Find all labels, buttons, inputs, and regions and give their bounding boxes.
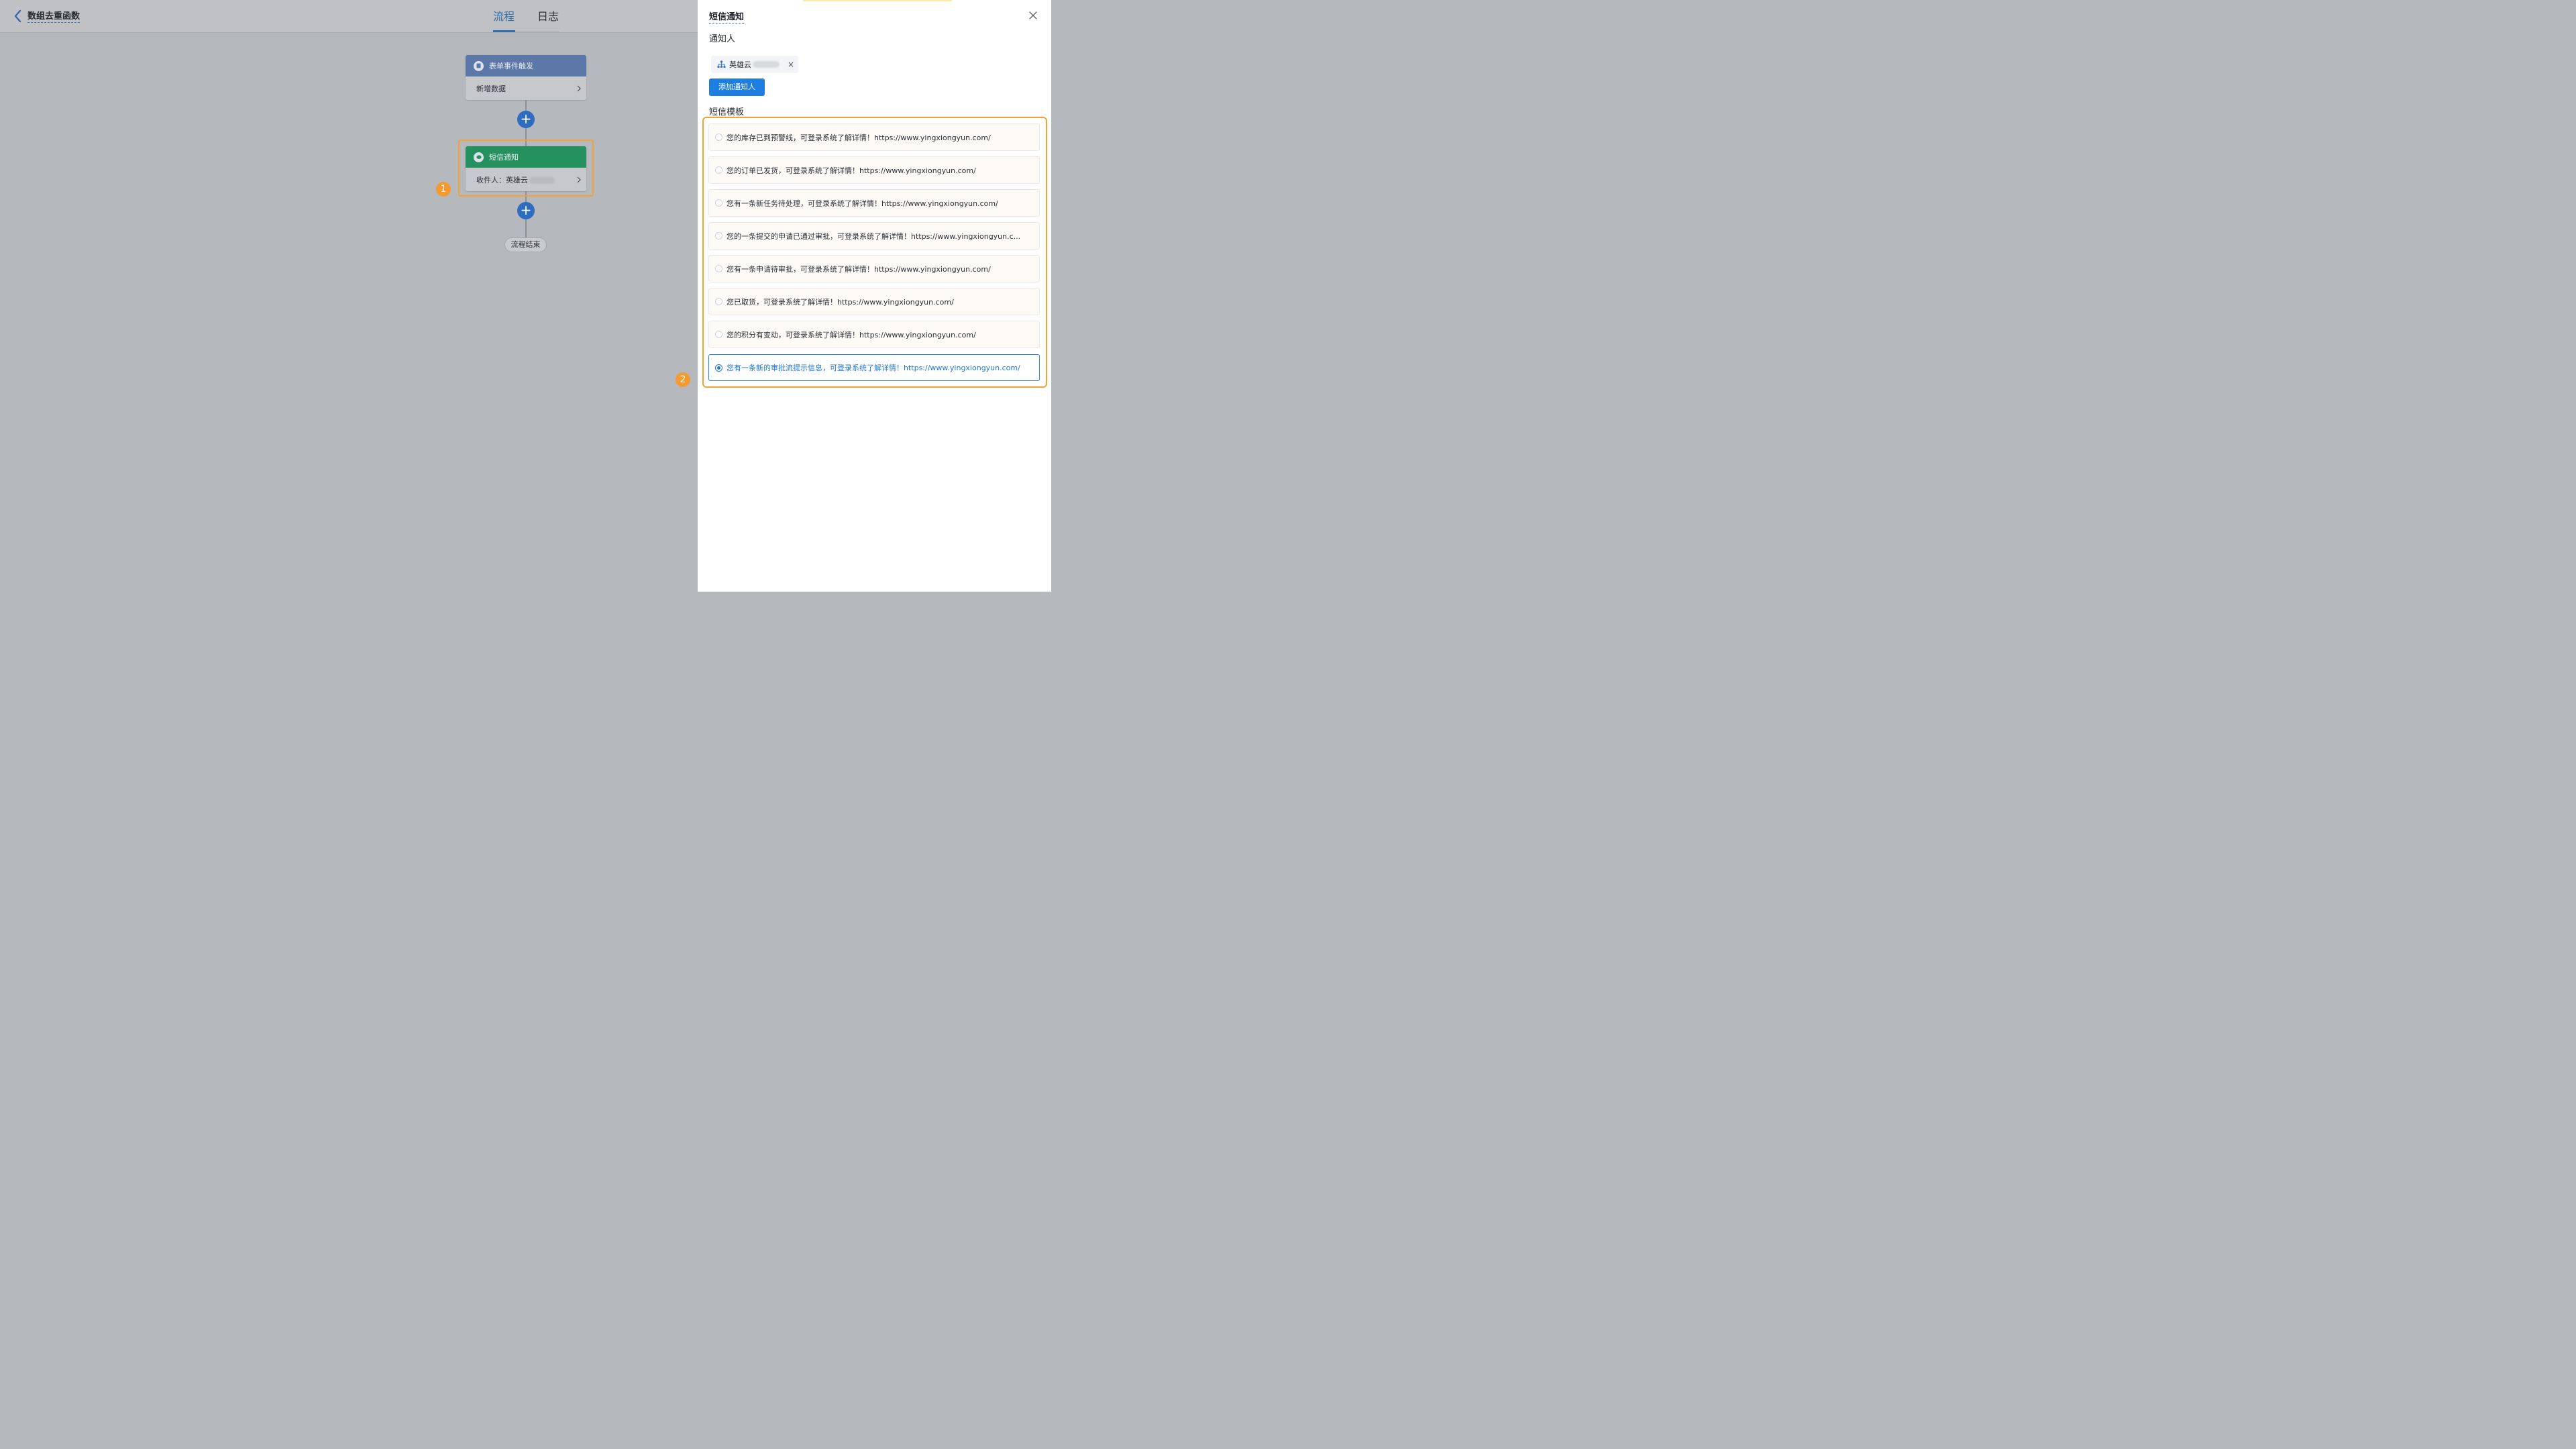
add-step-button[interactable]: +	[517, 111, 535, 128]
remove-recipient-button[interactable]: ×	[788, 60, 794, 68]
chevron-right-icon	[577, 85, 581, 91]
recipient-chip: 英雄云 ×	[711, 56, 798, 73]
connector-line	[525, 219, 527, 237]
radio-button[interactable]	[715, 166, 722, 174]
add-step-button[interactable]: +	[517, 202, 535, 219]
step-badge-2: 2	[676, 372, 690, 387]
template-option[interactable]: 您的积分有变动，可登录系统了解详情！https://www.yingxiongy…	[708, 321, 1040, 348]
template-option[interactable]: 您的订单已发货，可登录系统了解详情！https://www.yingxiongy…	[708, 156, 1040, 184]
flow-end-node: 流程结束	[504, 237, 547, 252]
chevron-left-icon	[14, 10, 21, 22]
template-text: 您有一条申请待审批，可登录系统了解详情！https://www.yingxion…	[727, 264, 991, 274]
template-option[interactable]: 您的一条提交的申请已通过审批，可登录系统了解详情！https://www.yin…	[708, 222, 1040, 250]
app-root: 数组去重函数 流程 日志 表单事件触发 新增数据 + 短信通知 收件人：英雄云 …	[0, 0, 1051, 592]
radio-button-checked[interactable]	[715, 364, 722, 372]
form-icon	[474, 60, 484, 71]
notify-label: 通知人	[709, 34, 736, 44]
template-text: 您的订单已发货，可登录系统了解详情！https://www.yingxiongy…	[727, 166, 976, 175]
template-option[interactable]: 您有一条申请待审批，可登录系统了解详情！https://www.yingxion…	[708, 255, 1040, 282]
template-option[interactable]: 您已取货，可登录系统了解详情！https://www.yingxiongyun.…	[708, 288, 1040, 315]
tab-log[interactable]: 日志	[537, 9, 559, 24]
template-option[interactable]: 您有一条新任务待处理，可登录系统了解详情！https://www.yingxio…	[708, 189, 1040, 217]
sms-node-label-wrap: 收件人：英雄云	[476, 174, 555, 185]
radio-button[interactable]	[715, 298, 722, 305]
org-icon	[717, 60, 726, 68]
sms-node[interactable]: 短信通知 收件人：英雄云	[466, 146, 586, 191]
trigger-node[interactable]: 表单事件触发 新增数据	[466, 55, 586, 100]
template-text: 您的一条提交的申请已通过审批，可登录系统了解详情！https://www.yin…	[727, 231, 1021, 241]
back-button[interactable]	[12, 9, 23, 23]
radio-button[interactable]	[715, 265, 722, 272]
radio-button[interactable]	[715, 199, 722, 207]
connector-line	[525, 100, 527, 111]
drawer-title[interactable]: 短信通知	[709, 11, 745, 23]
template-text: 您的库存已到预警线，可登录系统了解详情！https://www.yingxion…	[727, 133, 991, 142]
top-bar: 数组去重函数 流程 日志	[0, 0, 698, 33]
tab-flow[interactable]: 流程	[493, 9, 515, 24]
app-title[interactable]: 数组去重函数	[28, 11, 80, 23]
sms-node-header: 短信通知	[466, 146, 586, 168]
sms-settings-drawer: 短信通知 通知人 英雄云 × 添加通知人 短信模板 您的库存已到预警线，可登录系…	[698, 0, 1051, 592]
sms-node-recipient: 收件人：英雄云	[476, 175, 528, 184]
close-button[interactable]	[1028, 10, 1038, 21]
trigger-node-header: 表单事件触发	[466, 55, 586, 76]
blurred-text	[753, 61, 780, 68]
tab-active-indicator	[493, 30, 515, 32]
template-option-selected[interactable]: 您有一条新的审批流提示信息，可登录系统了解详情！https://www.ying…	[708, 354, 1040, 381]
step-badge-1: 1	[436, 182, 451, 197]
close-icon	[1029, 11, 1037, 19]
drawer-top-accent	[803, 0, 952, 1]
template-text: 您有一条新任务待处理，可登录系统了解详情！https://www.yingxio…	[727, 199, 998, 208]
add-recipient-button[interactable]: 添加通知人	[709, 78, 765, 96]
radio-button[interactable]	[715, 133, 722, 141]
template-text: 您有一条新的审批流提示信息，可登录系统了解详情！https://www.ying…	[727, 364, 1020, 372]
sms-node-title: 短信通知	[489, 153, 519, 162]
radio-button[interactable]	[715, 232, 722, 239]
message-icon	[474, 152, 484, 162]
sms-node-body[interactable]: 收件人：英雄云	[466, 168, 586, 191]
template-text: 您已取货，可登录系统了解详情！https://www.yingxiongyun.…	[727, 297, 954, 307]
recipient-name: 英雄云	[729, 60, 751, 69]
chevron-right-icon	[577, 176, 581, 182]
trigger-node-label: 新增数据	[476, 84, 506, 93]
template-option[interactable]: 您的库存已到预警线，可登录系统了解详情！https://www.yingxion…	[708, 123, 1040, 151]
trigger-node-title: 表单事件触发	[489, 62, 533, 70]
trigger-node-body[interactable]: 新增数据	[466, 76, 586, 100]
radio-button[interactable]	[715, 331, 722, 338]
template-text: 您的积分有变动，可登录系统了解详情！https://www.yingxiongy…	[727, 330, 976, 339]
blurred-text	[529, 176, 555, 184]
flow-canvas: 表单事件触发 新增数据 + 短信通知 收件人：英雄云 1 + 流程结束 2	[0, 34, 698, 592]
